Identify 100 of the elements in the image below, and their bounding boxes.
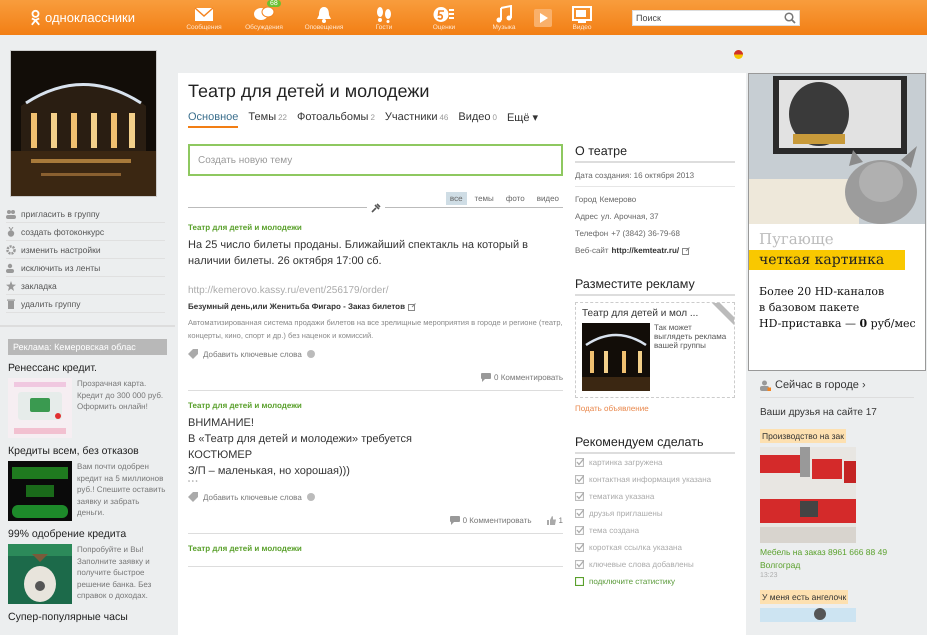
todo-label: тема создана	[589, 526, 640, 535]
external-link-icon	[682, 246, 690, 254]
section-title: Рекомендуем сделать	[575, 435, 735, 454]
post-author[interactable]: Театр для детей и молодежи	[188, 544, 563, 553]
trash-icon	[6, 298, 16, 308]
info-value: Кемерово	[600, 195, 636, 204]
filter-tab[interactable]: видео	[532, 192, 563, 205]
comment-icon	[450, 516, 460, 525]
ad-title[interactable]: Ренессанс кредит.	[8, 362, 167, 374]
music-note-icon	[495, 5, 513, 23]
info-label: Город	[575, 195, 597, 204]
like-count: 1	[558, 516, 563, 525]
ad-text: Попробуйте и Вы! Заполните заявку и получите быстрое решение банка. Без справок о доходах.	[77, 544, 152, 602]
checkbox[interactable]	[575, 458, 584, 467]
banner-headline: Пугающе	[759, 230, 835, 248]
post-tag[interactable]: Производство на зак	[760, 429, 846, 443]
search-field[interactable]: Поиск	[632, 10, 800, 26]
post-text: ВНИМАНИЕ!	[188, 416, 255, 431]
gear-icon	[6, 244, 16, 254]
todo-label: друзья приглашены	[589, 509, 663, 518]
menu-item[interactable]: исключить из ленты	[6, 259, 165, 277]
tab[interactable]: Основное	[188, 111, 238, 128]
group-title: Театр для детей и молодежи	[188, 81, 430, 102]
website-link[interactable]: http://kemteatr.ru/	[612, 246, 680, 255]
todo-label: подключите статистику	[589, 577, 675, 586]
todo-label: ключевые слова добавлены	[589, 560, 694, 569]
ad-title[interactable]: 99% одобрение кредита	[8, 528, 167, 540]
external-link-icon	[408, 302, 416, 310]
tab[interactable]: Ещё ▾	[506, 111, 539, 128]
banner-highlight: четкая картинка	[749, 250, 905, 270]
add-keywords-link[interactable]: Добавить ключевые слова	[203, 492, 302, 502]
filter-tab[interactable]: фото	[502, 192, 529, 205]
friends-count[interactable]: Ваши друзья на сайте 17	[760, 407, 914, 418]
todo-label: тематика указана	[589, 492, 654, 501]
menu-item[interactable]: удалить группу	[6, 295, 165, 313]
checkbox[interactable]	[575, 560, 584, 569]
tag-icon	[188, 349, 198, 359]
ad-title[interactable]: Кредиты всем, без отказов	[8, 445, 167, 457]
envelope-icon	[194, 6, 214, 22]
checkbox[interactable]	[575, 543, 584, 552]
ads-header: Реклама: Кемеровская облас	[8, 339, 167, 355]
ad-preview-title: Театр для детей и мол ...	[582, 308, 700, 319]
ad-banner[interactable]: Пугающе четкая картинка Более 20 HD-каналов в базовом пакете HD-приставка — 0 руб/мес	[748, 73, 926, 371]
play-icon[interactable]	[534, 9, 552, 27]
info-value: +7 (3842) 36-79-68	[611, 229, 680, 238]
checkbox[interactable]	[575, 526, 584, 535]
ad-title[interactable]: Супер-популярные часы	[8, 611, 167, 623]
bell-icon	[316, 6, 332, 22]
post-author[interactable]: Театр для детей и молодежи	[188, 401, 563, 410]
menu-item[interactable]: пригласить в группу	[6, 205, 165, 223]
post-author[interactable]: Театр для детей и молодежи	[188, 223, 563, 232]
comment-link[interactable]: 0 Комментировать	[494, 373, 563, 382]
checkbox[interactable]	[575, 577, 584, 586]
post-tag[interactable]: У меня есть ангелочк	[760, 590, 848, 604]
tab[interactable]: Темы 22	[248, 111, 288, 128]
post-text: В «Театр для детей и молодежи» требуется	[188, 432, 413, 447]
medal-icon	[6, 226, 16, 236]
info-label: Телефон	[575, 229, 608, 238]
tag-icon	[188, 492, 198, 502]
search-icon[interactable]	[784, 12, 796, 24]
comment-link[interactable]: 0 Комментировать	[462, 516, 532, 525]
ad-text: Прозрачная карта. Кредит до 300 000 руб. Оформить онлайн!	[77, 378, 164, 413]
checkbox[interactable]	[575, 509, 584, 518]
checkbox[interactable]	[575, 492, 584, 501]
tab[interactable]: Видео 0	[458, 111, 497, 128]
tab[interactable]: Участники 46	[384, 111, 448, 128]
post-text: На 25 число билеты проданы. Ближайший спектакль на который в наличии билеты. 26 октября 17:00 сб.	[188, 238, 529, 269]
section-title: О театре	[575, 144, 735, 163]
star-icon	[6, 280, 16, 290]
logo-icon[interactable]	[30, 9, 41, 26]
help-icon[interactable]	[306, 350, 315, 358]
person-off-icon	[6, 262, 16, 272]
chat-icon	[253, 6, 275, 22]
ad-text: Вам почти одобрен кредит на 5 миллионов руб.! Спешите оставить заявку и забрать деньги.	[77, 461, 166, 519]
info-label: Адрес	[575, 212, 598, 221]
menu-item[interactable]: изменить настройки	[6, 241, 165, 259]
filter-tab[interactable]: темы	[470, 192, 498, 205]
link-title[interactable]: Безумный день,или Женитьба Фигаро - Заказ билетов	[188, 302, 405, 311]
post-text: З/П – маленькая, но хорошая)))	[188, 464, 351, 479]
filter-tab[interactable]: все	[446, 192, 467, 205]
info-label: Веб-сайт	[575, 246, 609, 255]
footprints-icon	[375, 6, 393, 22]
banner-text: Более 20 HD-каналов	[759, 284, 886, 300]
creation-date: Дата создания: 16 октября 2013	[575, 163, 735, 187]
thumbs-up-icon[interactable]	[546, 516, 556, 525]
add-keywords-link[interactable]: Добавить ключевые слова	[203, 350, 302, 358]
tab[interactable]: Фотоальбомы 2	[297, 111, 375, 128]
todo-label: короткая ссылка указана	[589, 543, 682, 552]
menu-item[interactable]: создать фотоконкурс	[6, 223, 165, 241]
ad-preview-text: Так может выглядеть реклама вашей группы	[654, 323, 728, 352]
checkbox[interactable]	[575, 475, 584, 484]
todo-label: контактная информация указана	[589, 475, 712, 484]
person-icon	[760, 380, 771, 390]
new-topic-field[interactable]: Создать новую тему	[188, 144, 563, 176]
city-now-link[interactable]: Сейчас в городе ›	[775, 379, 866, 391]
tv-icon	[572, 6, 592, 22]
menu-item[interactable]: закладка	[6, 277, 165, 295]
color-ball-icon[interactable]	[734, 50, 743, 59]
comment-icon	[481, 373, 492, 382]
help-icon[interactable]	[306, 493, 315, 501]
